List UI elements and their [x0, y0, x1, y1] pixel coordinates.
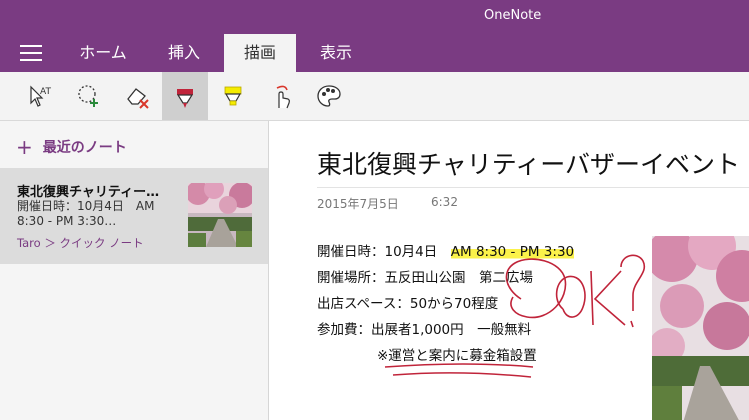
- note-title: 東北復興チャリティー…: [17, 185, 160, 200]
- plus-icon: +: [16, 135, 33, 159]
- note-line[interactable]: 参加費：出展者1,000円 一般無料: [317, 318, 531, 338]
- ink-to-touch-icon[interactable]: [258, 72, 304, 120]
- recent-notes-label: 最近のノート: [42, 140, 127, 156]
- highlighter-yellow-icon[interactable]: [210, 72, 256, 120]
- page-photo[interactable]: [652, 236, 749, 420]
- note-path[interactable]: Taro ＞ クイック ノート: [17, 235, 144, 251]
- pen-red-icon[interactable]: [162, 72, 208, 120]
- title-bar: OneNote: [0, 0, 749, 34]
- page-time: 6:32: [431, 195, 458, 209]
- draw-toolbar: AT: [0, 72, 749, 121]
- title-divider: [317, 187, 749, 188]
- app-title: OneNote: [484, 8, 542, 23]
- ink-ok-k: [590, 270, 626, 326]
- lasso-select-icon[interactable]: [66, 72, 112, 120]
- page-title[interactable]: 東北復興チャリティーバザーイベント: [317, 145, 740, 181]
- ribbon-tabs: ホーム 挿入 描画 表示: [0, 34, 749, 72]
- tab-insert[interactable]: 挿入: [152, 34, 216, 72]
- page-date: 2015年7月5日: [317, 197, 399, 211]
- note-line[interactable]: 開催場所：五反田山公園 第二広場: [317, 266, 533, 286]
- type-select-icon[interactable]: AT: [16, 72, 62, 120]
- highlighted-text: AM 8:30 - PM 3:30: [450, 244, 575, 260]
- list-item[interactable]: 東北復興チャリティー… 開催日時：10月4日 AM 8:30 - PM 3:30…: [0, 168, 268, 264]
- note-line-text: 開催日時：10月4日: [317, 244, 451, 260]
- note-line[interactable]: ※運営と案内に募金箱設置: [377, 344, 537, 364]
- tab-draw[interactable]: 描画: [224, 34, 296, 72]
- tab-home[interactable]: ホーム: [64, 34, 142, 72]
- color-palette-icon[interactable]: [306, 72, 352, 120]
- note-line[interactable]: 開催日時：10月4日 AM 8:30 - PM 3:30: [317, 240, 575, 260]
- ink-question: [620, 254, 646, 328]
- note-preview-line: 8:30 - PM 3:30…: [17, 214, 117, 228]
- note-preview: 開催日時：10月4日 AM 8:30 - PM 3:30…: [17, 199, 167, 229]
- recent-notes-button[interactable]: + 最近のノート: [16, 135, 127, 159]
- hamburger-menu-icon[interactable]: [20, 45, 42, 61]
- note-page[interactable]: 東北復興チャリティーバザーイベント 2015年7月5日 6:32 開催日時：10…: [269, 121, 749, 420]
- note-thumbnail: [188, 183, 252, 247]
- note-preview-line: 開催日時：10月4日 AM: [17, 199, 155, 213]
- ink-underline: [384, 363, 534, 378]
- tab-view[interactable]: 表示: [304, 34, 368, 72]
- sidebar: + 最近のノート 東北復興チャリティー… 開催日時：10月4日 AM 8:30 -…: [0, 121, 269, 420]
- svg-text:AT: AT: [40, 87, 51, 97]
- note-line[interactable]: 出店スペース：50から70程度: [317, 292, 498, 312]
- eraser-icon[interactable]: [114, 72, 160, 120]
- ink-ok-o: [555, 275, 586, 318]
